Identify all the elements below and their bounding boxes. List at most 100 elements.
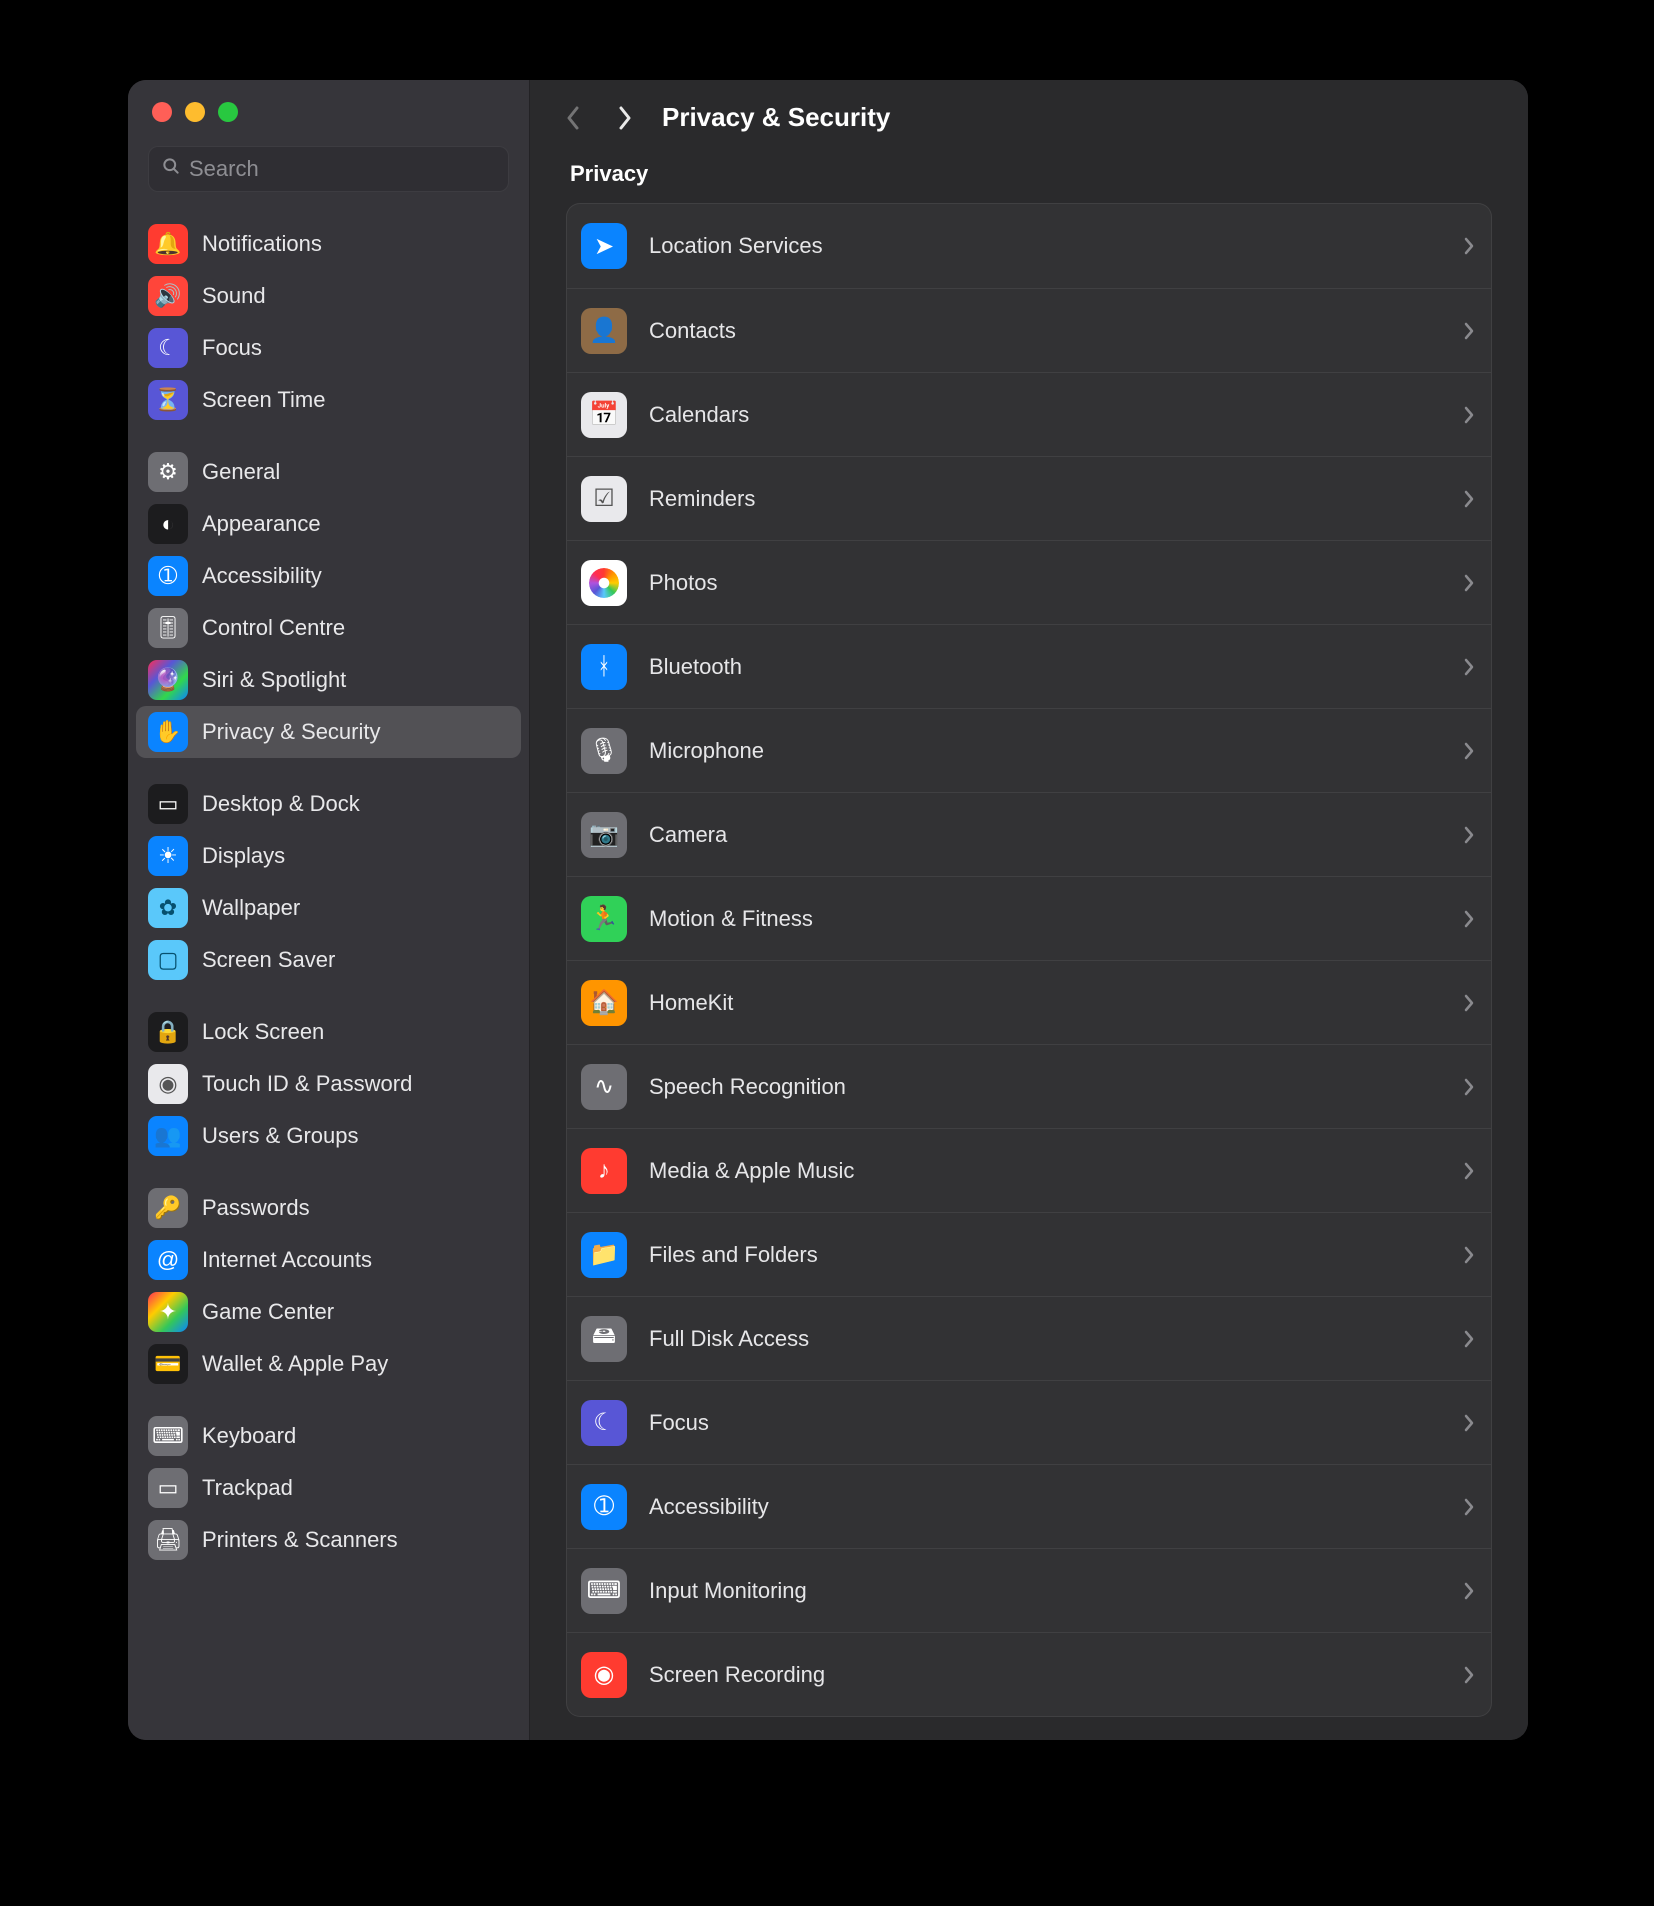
- sidebar-item-accessibility[interactable]: ➀Accessibility: [136, 550, 521, 602]
- sidebar-item-wallpaper[interactable]: ✿Wallpaper: [136, 882, 521, 934]
- sidebar-item-desktop[interactable]: ▭Desktop & Dock: [136, 778, 521, 830]
- sidebar-item-printers[interactable]: 🖨 Printers & Scanners: [136, 1514, 521, 1566]
- sidebar-item-general[interactable]: ⚙General: [136, 446, 521, 498]
- sidebar-item-label: Siri & Spotlight: [202, 667, 346, 693]
- privacy-row-calendars[interactable]: 📅Calendars: [567, 372, 1491, 456]
- privacy-row-photos[interactable]: Photos: [567, 540, 1491, 624]
- privacy-row-label: Screen Recording: [649, 1662, 1441, 1688]
- sidebar-item-privacy[interactable]: ✋Privacy & Security: [136, 706, 521, 758]
- bluetooth-icon: ᚼ: [581, 644, 627, 690]
- sidebar-item-trackpad[interactable]: ▭Trackpad: [136, 1462, 521, 1514]
- flower-icon: ✿: [148, 888, 188, 928]
- sidebar-item-screensaver[interactable]: ▢Screen Saver: [136, 934, 521, 986]
- privacy-row-focus2[interactable]: ☾Focus: [567, 1380, 1491, 1464]
- privacy-row-label: Contacts: [649, 318, 1441, 344]
- contrast-icon: ◐: [148, 504, 188, 544]
- sidebar-item-passwords[interactable]: 🔑Passwords: [136, 1182, 521, 1234]
- forward-button[interactable]: [610, 103, 640, 133]
- privacy-row-label: Camera: [649, 822, 1441, 848]
- settings-window: 🔔Notifications🔊Sound☾Focus⏳Screen Time⚙G…: [128, 80, 1528, 1740]
- sidebar-item-internet[interactable]: @ Internet Accounts: [136, 1234, 521, 1286]
- privacy-row-speech[interactable]: ∿ Speech Recognition: [567, 1044, 1491, 1128]
- gear-icon: ⚙: [148, 452, 188, 492]
- sidebar-item-touchid[interactable]: ◉ Touch ID & Password: [136, 1058, 521, 1110]
- sidebar-item-displays[interactable]: ☀ Displays: [136, 830, 521, 882]
- printer-icon: 🖨: [148, 1520, 188, 1560]
- sidebar: 🔔 Notifications 🔊Sound ☾ Focus ⏳Screen Time ⚙G…: [128, 80, 530, 1740]
- sun-icon: ☀: [148, 836, 188, 876]
- privacy-row-label: Calendars: [649, 402, 1441, 428]
- sidebar-item-controlcenter[interactable]: 🎚Control Centre: [136, 602, 521, 654]
- privacy-row-fulldisk[interactable]: 🖴 Full Disk Access: [567, 1296, 1491, 1380]
- sidebar-item-label: Screen Time: [202, 387, 326, 413]
- sidebar-item-label: Users & Groups: [202, 1123, 359, 1149]
- privacy-row-label: Reminders: [649, 486, 1441, 512]
- privacy-row-label: Location Services: [649, 233, 1441, 259]
- reminders-icon: ☑: [581, 476, 627, 522]
- privacy-row-inputmon[interactable]: ⌨Input Monitoring: [567, 1548, 1491, 1632]
- chevron-right-icon: [1463, 825, 1475, 845]
- sidebar-item-sound[interactable]: 🔊Sound: [136, 270, 521, 322]
- privacy-row-location[interactable]: ➤Location Services: [567, 204, 1491, 288]
- privacy-row-bluetooth[interactable]: ᚼBluetooth: [567, 624, 1491, 708]
- privacy-row-access2[interactable]: ➀Accessibility: [567, 1464, 1491, 1548]
- sidebar-item-appearance[interactable]: ◐ Appearance: [136, 498, 521, 550]
- sidebar-item-label: Printers & Scanners: [202, 1527, 398, 1553]
- window-close-button[interactable]: [152, 102, 172, 122]
- sidebar-item-screentime[interactable]: ⏳Screen Time: [136, 374, 521, 426]
- sidebar-item-label: Focus: [202, 335, 262, 361]
- privacy-row-media[interactable]: ♪Media & Apple Music: [567, 1128, 1491, 1212]
- sidebar-item-gamecenter[interactable]: ✦Game Center: [136, 1286, 521, 1338]
- sidebar-item-label: Touch ID & Password: [202, 1071, 412, 1097]
- sidebar-item-label: Appearance: [202, 511, 321, 537]
- chevron-right-icon: [1463, 909, 1475, 929]
- window-controls: [148, 102, 509, 122]
- privacy-row-contacts[interactable]: 👤Contacts: [567, 288, 1491, 372]
- sidebar-item-label: Displays: [202, 843, 285, 869]
- sidebar-item-wallet[interactable]: 💳Wallet & Apple Pay: [136, 1338, 521, 1390]
- privacy-row-microphone[interactable]: 🎙Microphone: [567, 708, 1491, 792]
- sidebar-item-label: Sound: [202, 283, 266, 309]
- privacy-row-homekit[interactable]: 🏠HomeKit: [567, 960, 1491, 1044]
- chevron-right-icon: [1463, 489, 1475, 509]
- chevron-right-icon: [1463, 1161, 1475, 1181]
- sidebar-item-users[interactable]: 👥Users & Groups: [136, 1110, 521, 1162]
- siri-icon: 🔮: [148, 660, 188, 700]
- privacy-row-label: Speech Recognition: [649, 1074, 1441, 1100]
- at-icon: @: [148, 1240, 188, 1280]
- accessibility-icon: ➀: [148, 556, 188, 596]
- sidebar-list[interactable]: 🔔 Notifications 🔊Sound ☾ Focus ⏳Screen Time ⚙G…: [128, 206, 529, 1600]
- bell-badge-icon: 🔔: [148, 224, 188, 264]
- sidebar-item-label: Notifications: [202, 231, 322, 257]
- fingerprint-icon: ◉: [148, 1064, 188, 1104]
- content-area[interactable]: Privacy ➤Location Services👤Contacts📅Cale…: [530, 151, 1528, 1740]
- chevron-right-icon: [1463, 1413, 1475, 1433]
- sidebar-item-label: Internet Accounts: [202, 1247, 372, 1273]
- window-minimize-button[interactable]: [185, 102, 205, 122]
- folder-icon: 📁: [581, 1232, 627, 1278]
- sidebar-item-label: Desktop & Dock: [202, 791, 360, 817]
- privacy-row-screenrec[interactable]: ◉Screen Recording: [567, 1632, 1491, 1716]
- window-zoom-button[interactable]: [218, 102, 238, 122]
- back-button[interactable]: [558, 103, 588, 133]
- privacy-row-reminders[interactable]: ☑ Reminders: [567, 456, 1491, 540]
- sidebar-item-keyboard[interactable]: ⌨Keyboard: [136, 1410, 521, 1462]
- privacy-row-camera[interactable]: 📷Camera: [567, 792, 1491, 876]
- disk-icon: 🖴: [581, 1316, 627, 1362]
- sidebar-item-notifications[interactable]: 🔔 Notifications: [136, 218, 521, 270]
- sidebar-item-label: Passwords: [202, 1195, 310, 1221]
- waveform-icon: ∿: [581, 1064, 627, 1110]
- privacy-row-files[interactable]: 📁Files and Folders: [567, 1212, 1491, 1296]
- sidebar-item-siri[interactable]: 🔮 Siri & Spotlight: [136, 654, 521, 706]
- search-input[interactable]: [189, 156, 496, 182]
- sidebar-item-focus[interactable]: ☾ Focus: [136, 322, 521, 374]
- privacy-row-label: Media & Apple Music: [649, 1158, 1441, 1184]
- moon-icon: ☾: [148, 328, 188, 368]
- privacy-row-label: Full Disk Access: [649, 1326, 1441, 1352]
- chevron-right-icon: [1463, 236, 1475, 256]
- titlebar: Privacy & Security: [530, 80, 1528, 151]
- privacy-row-motion[interactable]: 🏃Motion & Fitness: [567, 876, 1491, 960]
- sidebar-item-lockscreen[interactable]: 🔒Lock Screen: [136, 1006, 521, 1058]
- chevron-right-icon: [1463, 1497, 1475, 1517]
- search-field[interactable]: [148, 146, 509, 192]
